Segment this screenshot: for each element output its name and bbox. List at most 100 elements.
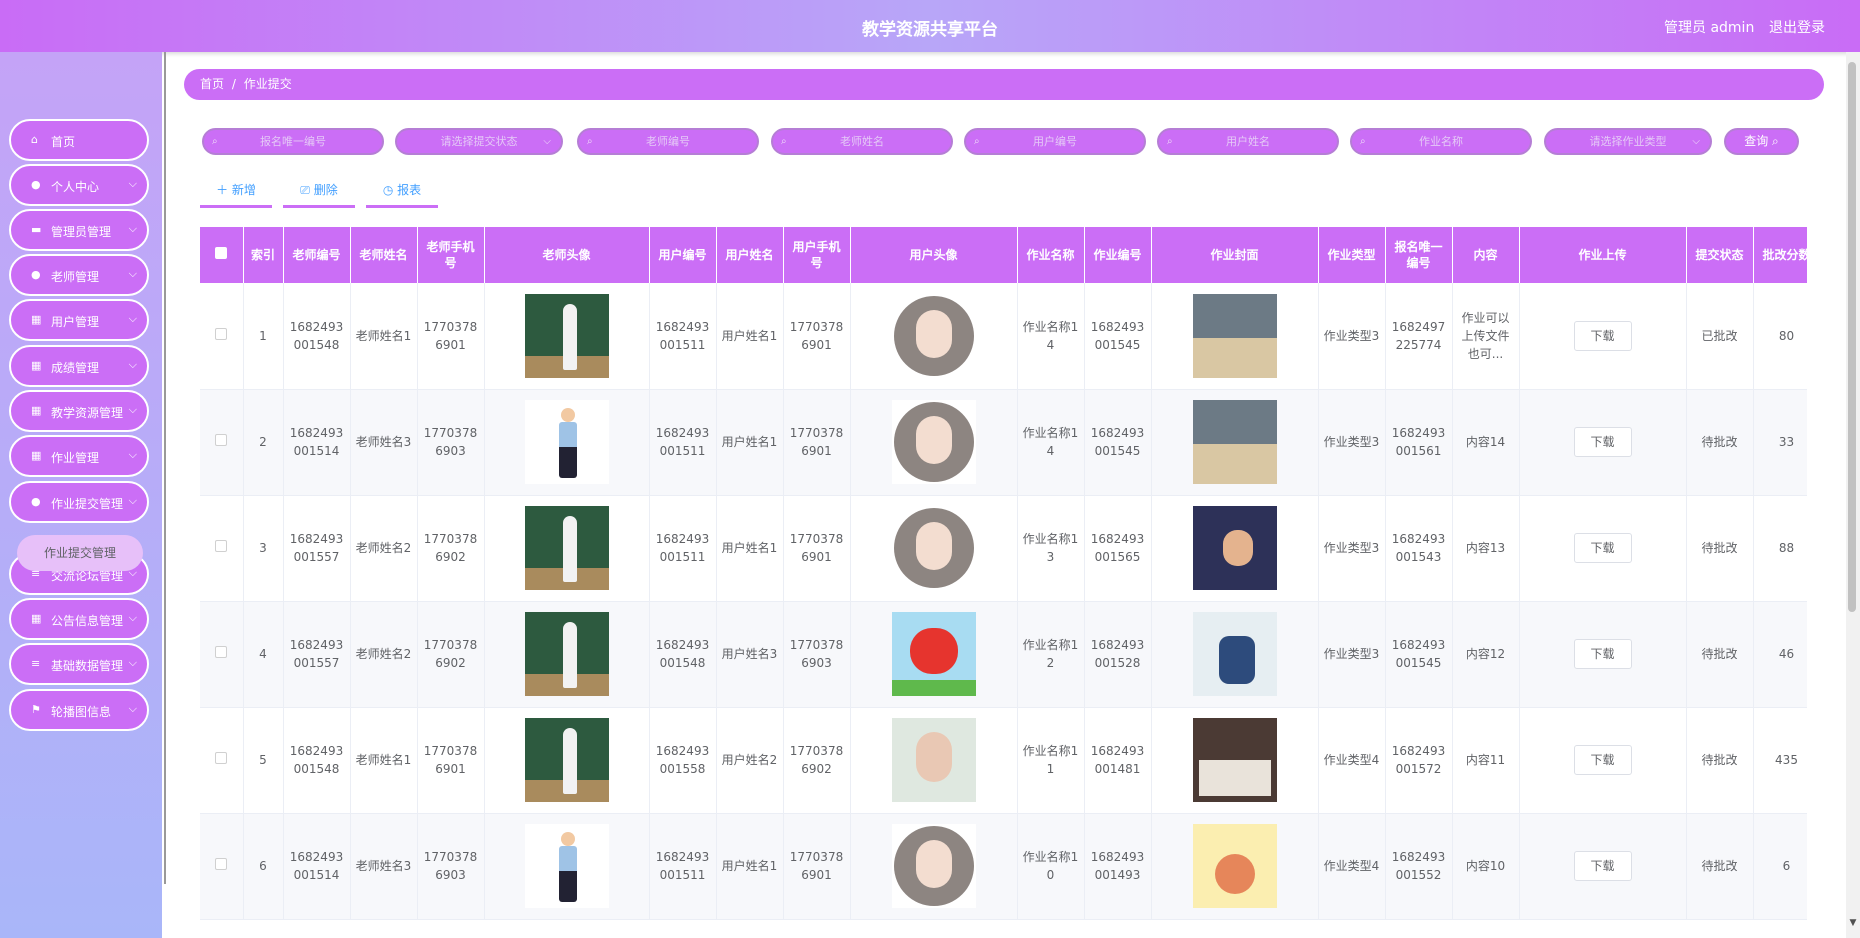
search-select-7[interactable]: 请选择作业类型 ⌵ (1544, 128, 1712, 155)
user-avatar-cell (850, 389, 1018, 496)
user-phone-cell: 17703786901 (783, 813, 851, 920)
homework-cover[interactable] (1192, 612, 1277, 696)
submenu-homework-submission[interactable]: 作业提交管理 (17, 535, 143, 571)
row-checkbox[interactable] (215, 858, 228, 870)
teacher-phone-cell: 17703786901 (417, 707, 485, 814)
status-cell: 待批改 (1686, 813, 1754, 920)
query-button[interactable]: 查询 ⌕ (1724, 128, 1799, 155)
sidebar-item-3[interactable]: ● 老师管理 ⌵ (9, 254, 149, 296)
sidebar-item-8[interactable]: ● 作业提交管理 ⌵ (9, 481, 149, 523)
select-all-checkbox[interactable] (215, 247, 228, 259)
download-button[interactable]: 下载 (1573, 639, 1632, 669)
teacher-no-cell: 1682493001514 (283, 813, 351, 920)
teacher-no-cell: 1682493001557 (283, 601, 351, 708)
search-input-6[interactable]: ⌕ 作业名称 (1350, 128, 1532, 155)
homework-cover-cell (1151, 389, 1319, 496)
row-select-cell[interactable] (200, 495, 244, 602)
user-no-cell: 1682493001548 (649, 601, 717, 708)
teacher-phone-cell: 17703786903 (417, 813, 485, 920)
sidebar-item-4[interactable]: ▦ 用户管理 ⌵ (9, 299, 149, 341)
sidebar-item-1[interactable]: ● 个人中心 ⌵ (9, 164, 149, 206)
row-checkbox[interactable] (215, 752, 228, 764)
score-cell: 80 (1753, 283, 1807, 390)
user-avatar[interactable] (891, 506, 976, 590)
column-header: 批改分数 (1753, 227, 1807, 283)
breadcrumb-home[interactable]: 首页 (200, 77, 224, 91)
user-avatar[interactable] (891, 612, 976, 696)
upload-cell: 下载 (1519, 389, 1687, 496)
download-button[interactable]: 下载 (1573, 533, 1632, 563)
homework-cover[interactable] (1192, 824, 1277, 908)
row-checkbox[interactable] (215, 540, 228, 552)
scrollbar-thumb[interactable] (1848, 62, 1856, 612)
top-navbar: 教学资源共享平台 管理员 admin 退出登录 (0, 0, 1860, 52)
delete-button[interactable]: ⎚ 删除 (283, 178, 355, 208)
row-checkbox[interactable] (215, 646, 228, 658)
homework-cover[interactable] (1192, 293, 1277, 378)
homework-cover-cell (1151, 707, 1319, 814)
sidebar-item-label: 公告信息管理 (51, 614, 124, 628)
search-icon: ⌕ (781, 136, 787, 147)
search-input-0[interactable]: ⌕ 报名唯一编号 (202, 128, 384, 155)
index-cell: 6 (243, 813, 284, 920)
sidebar-item-7[interactable]: ▦ 作业管理 ⌵ (9, 435, 149, 477)
column-header: 老师姓名 (350, 227, 418, 283)
homework-cover[interactable] (1192, 718, 1277, 802)
user-avatar[interactable] (891, 824, 976, 908)
homework-cover[interactable] (1192, 506, 1277, 590)
content-cell: 内容10 (1452, 813, 1520, 920)
teacher-avatar[interactable] (524, 718, 609, 802)
user-no-cell: 1682493001511 (649, 813, 717, 920)
download-button[interactable]: 下载 (1573, 851, 1632, 881)
logout-link[interactable]: 退出登录 (1769, 17, 1825, 37)
download-button[interactable]: 下载 (1573, 427, 1632, 457)
search-placeholder: 老师编号 (646, 135, 690, 148)
row-select-cell[interactable] (200, 601, 244, 708)
row-select-cell[interactable] (200, 389, 244, 496)
select-all-header[interactable] (200, 227, 244, 283)
scroll-down-arrow[interactable]: ▼ (1846, 918, 1860, 928)
sidebar-item-12[interactable]: ⚑ 轮播图信息 ⌵ (9, 689, 149, 731)
row-select-cell[interactable] (200, 813, 244, 920)
search-select-1[interactable]: 请选择提交状态 ⌵ (395, 128, 563, 155)
user-avatar[interactable] (891, 400, 976, 484)
row-select-cell[interactable] (200, 707, 244, 814)
sidebar-item-label: 作业管理 (51, 451, 100, 465)
sidebar-item-2[interactable]: ▬ 管理员管理 ⌵ (9, 209, 149, 251)
sidebar-item-11[interactable]: ≡ 基础数据管理 ⌵ (9, 643, 149, 685)
user-no-cell: 1682493001511 (649, 283, 717, 390)
teacher-avatar[interactable] (524, 506, 609, 590)
row-checkbox[interactable] (215, 434, 228, 446)
table-row: 2 1682493001514 老师姓名3 17703786903 1682493001… (200, 389, 1807, 496)
teacher-avatar[interactable] (524, 824, 609, 908)
row-checkbox[interactable] (215, 327, 228, 340)
teacher-avatar[interactable] (524, 612, 609, 696)
download-button[interactable]: 下载 (1573, 320, 1632, 351)
row-select-cell[interactable] (200, 283, 244, 390)
teacher-avatar[interactable] (524, 293, 609, 378)
menu-icon: ▦ (31, 612, 42, 625)
search-input-4[interactable]: ⌕ 用户编号 (964, 128, 1146, 155)
menu-icon: ▦ (31, 359, 42, 372)
search-input-3[interactable]: ⌕ 老师姓名 (771, 128, 953, 155)
teacher-avatar[interactable] (524, 400, 609, 484)
menu-icon: ● (31, 178, 41, 191)
sidebar-item-10[interactable]: ▦ 公告信息管理 ⌵ (9, 598, 149, 640)
user-avatar[interactable] (891, 718, 976, 802)
add-button[interactable]: ＋ 新增 (200, 178, 272, 208)
report-button[interactable]: ◷ 报表 (366, 178, 438, 208)
sidebar-item-0[interactable]: ⌂ 首页 (9, 119, 149, 161)
homework-cover[interactable] (1192, 400, 1277, 484)
registration-no-cell: 1682493001545 (1385, 601, 1453, 708)
teacher-no-cell: 1682493001548 (283, 707, 351, 814)
menu-icon: ▬ (31, 223, 42, 236)
column-header: 作业名称 (1017, 227, 1085, 283)
search-input-5[interactable]: ⌕ 用户姓名 (1157, 128, 1339, 155)
sidebar-item-5[interactable]: ▦ 成绩管理 ⌵ (9, 345, 149, 387)
search-input-2[interactable]: ⌕ 老师编号 (577, 128, 759, 155)
sidebar-item-label: 首页 (51, 135, 76, 149)
user-avatar[interactable] (891, 293, 976, 378)
download-button[interactable]: 下载 (1573, 745, 1632, 775)
sidebar-item-6[interactable]: ▦ 教学资源管理 ⌵ (9, 390, 149, 432)
score-cell: 435 (1753, 707, 1807, 814)
